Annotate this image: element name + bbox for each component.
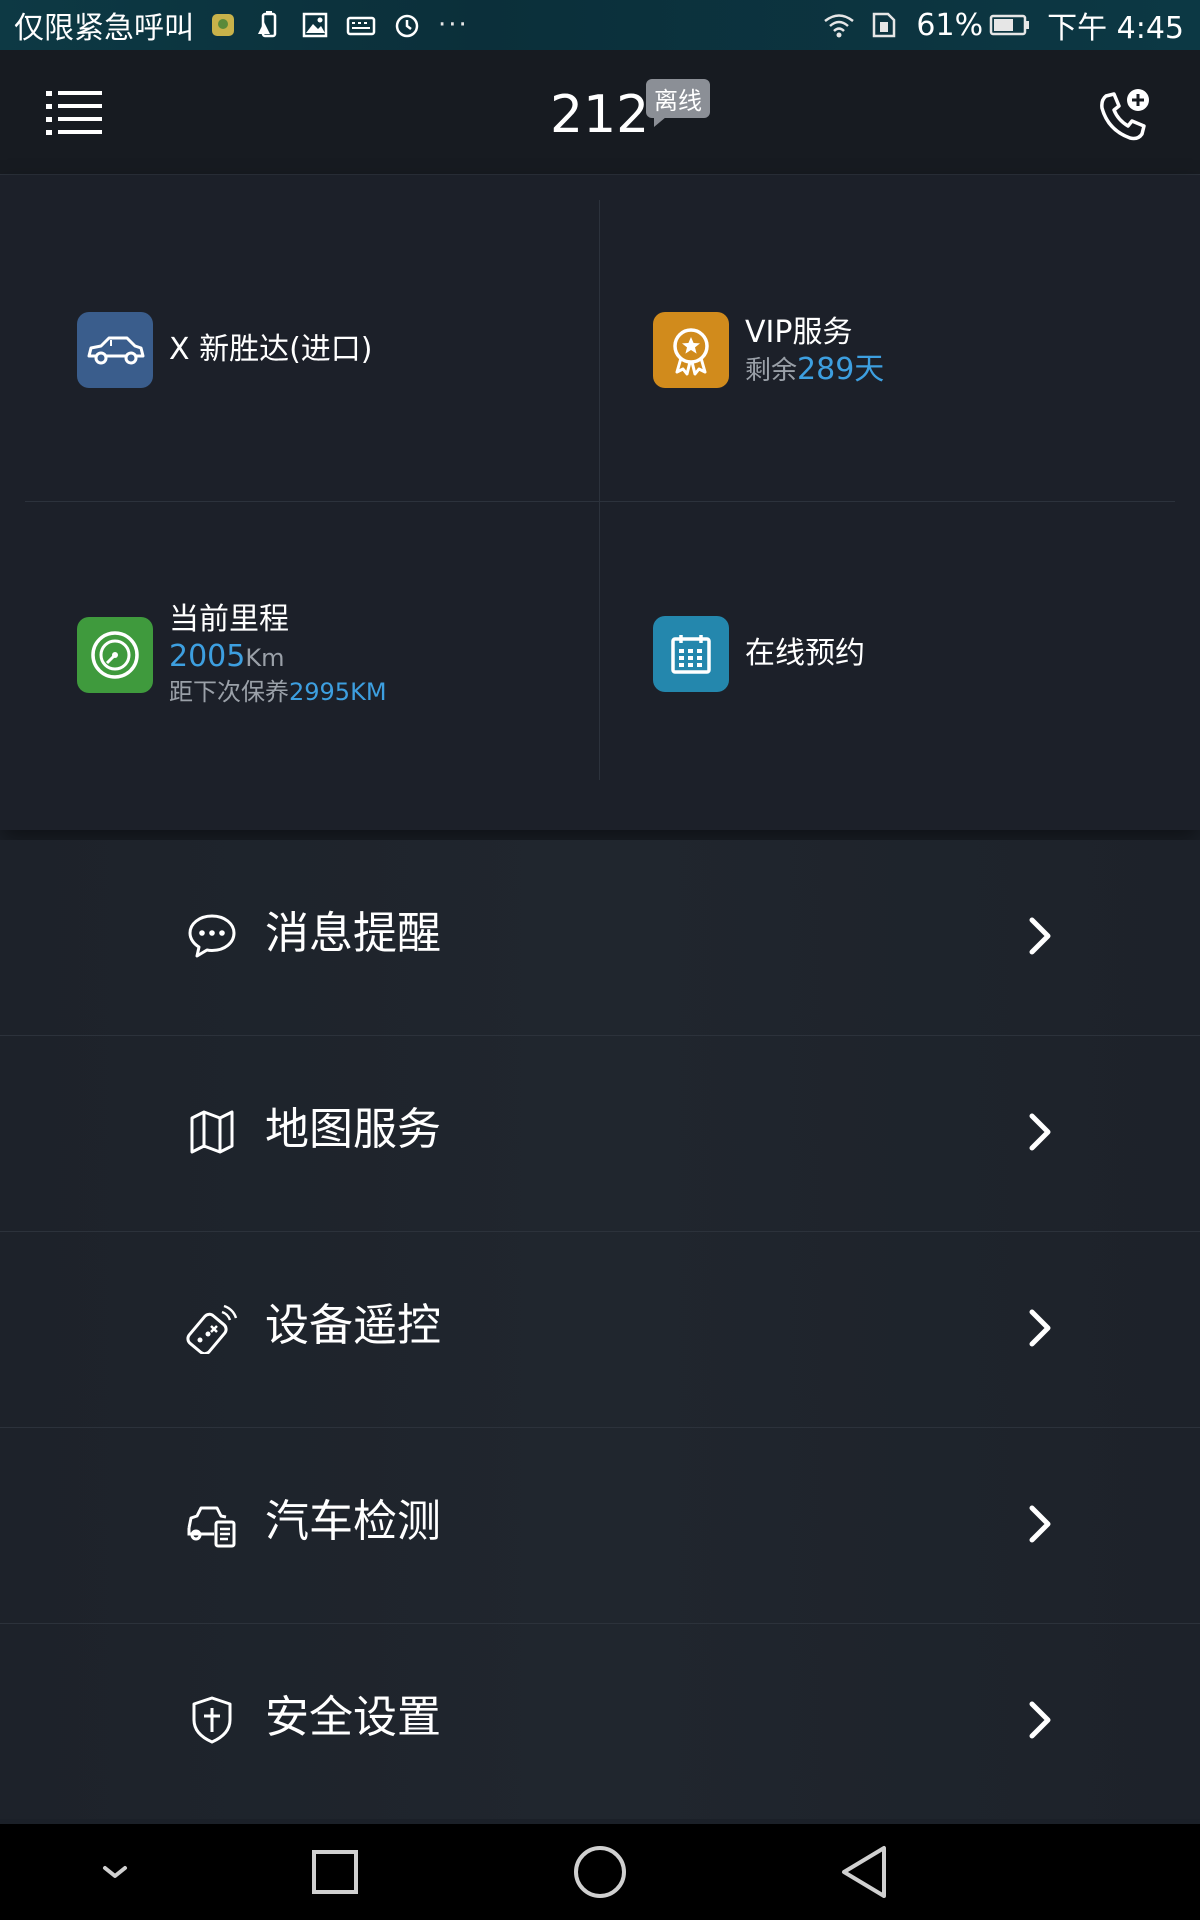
- mileage-text: 当前里程 2005Km 距下次保养2995KM: [169, 600, 387, 709]
- page-title: 212: [550, 85, 650, 145]
- mileage-label: 当前里程: [169, 602, 289, 637]
- feature-menu: 消息提醒 地图服务 设备遥控 汽车检测 安全设置: [0, 840, 1200, 1819]
- phone-add-icon[interactable]: [1094, 86, 1154, 146]
- menu-item-label: 汽车检测: [265, 1496, 441, 1547]
- clock: 下午 4:45: [1047, 11, 1184, 46]
- calendar-icon: [653, 616, 729, 692]
- menu-item-label: 安全设置: [265, 1692, 441, 1743]
- status-badge: 离线: [646, 79, 710, 127]
- vip-remaining-prefix: 剩余: [745, 355, 798, 386]
- vip-remaining-value: 289天: [797, 351, 885, 387]
- menu-item-messages[interactable]: 消息提醒: [0, 840, 1200, 1036]
- mileage-value-line: 2005Km: [169, 640, 387, 675]
- vip-remaining: 剩余289天: [745, 351, 885, 388]
- next-maintenance-prefix: 距下次保养: [169, 678, 289, 706]
- app-icon: [206, 10, 240, 40]
- car-icon: [77, 312, 153, 388]
- chevron-right-icon: [1022, 1696, 1058, 1744]
- speedometer-icon: [77, 616, 153, 693]
- vip-text: VIP服务 剩余289天: [745, 313, 884, 388]
- remote-key-icon: [186, 1302, 238, 1356]
- battery-warning-icon: [252, 10, 286, 40]
- online-booking-cell[interactable]: 在线预约: [653, 616, 865, 692]
- vip-medal-icon: [653, 312, 729, 388]
- next-maintenance-value: 2995KM: [289, 678, 387, 706]
- chevron-right-icon: [1022, 1108, 1058, 1156]
- chevron-right-icon: [1022, 1500, 1058, 1548]
- carrier-text: 仅限紧急呼叫: [14, 11, 194, 46]
- battery-percent: 61%: [916, 7, 984, 43]
- more-notifications: ···: [438, 10, 469, 40]
- mileage-unit: Km: [245, 644, 285, 672]
- map-icon: [186, 1106, 238, 1158]
- home-icon[interactable]: [570, 1842, 630, 1902]
- menu-item-car-diagnostics[interactable]: 汽车检测: [0, 1428, 1200, 1624]
- title-area: 212 离线: [550, 79, 710, 150]
- message-bubble-icon: [186, 910, 238, 962]
- image-icon: [298, 10, 332, 40]
- keyboard-icon: [344, 10, 378, 40]
- menu-item-map[interactable]: 地图服务: [0, 1036, 1200, 1232]
- vip-service-cell[interactable]: VIP服务 剩余289天: [653, 312, 884, 388]
- booking-label: 在线预约: [745, 636, 865, 671]
- menu-item-label: 地图服务: [265, 1104, 441, 1155]
- mileage-cell[interactable]: 当前里程 2005Km 距下次保养2995KM: [77, 600, 387, 709]
- alarm-icon: [390, 10, 424, 40]
- status-bar-right: 61% 下午 4:45: [822, 3, 1184, 47]
- chevron-right-icon: [1022, 1304, 1058, 1352]
- next-maintenance: 距下次保养2995KM: [169, 675, 387, 709]
- battery-icon: [989, 10, 1031, 40]
- system-nav-bar: [0, 1824, 1200, 1920]
- grid-divider-vertical: [599, 200, 600, 780]
- app-header: 212 离线: [0, 50, 1200, 175]
- car-model-text: X 新胜达(进口): [169, 330, 373, 370]
- quick-info-grid: X 新胜达(进口) VIP服务 剩余289天 当前里程 2005Km 距下次保养…: [0, 175, 1200, 830]
- hide-nav-icon[interactable]: [85, 1842, 145, 1902]
- back-icon[interactable]: [836, 1842, 896, 1902]
- grid-divider-horizontal: [25, 501, 1175, 502]
- menu-item-label: 消息提醒: [265, 908, 441, 959]
- menu-item-label: 设备遥控: [265, 1300, 441, 1351]
- chevron-right-icon: [1022, 912, 1058, 960]
- menu-icon[interactable]: [46, 89, 104, 135]
- sim-icon: [866, 10, 900, 40]
- car-model-label: X 新胜达(进口): [169, 332, 373, 367]
- status-bar: 仅限紧急呼叫 ··· 61% 下午 4:45: [0, 0, 1200, 50]
- booking-text: 在线预约: [745, 634, 865, 674]
- recent-apps-icon[interactable]: [305, 1842, 365, 1902]
- wifi-icon: [822, 10, 856, 40]
- mileage-value: 2005: [169, 639, 246, 674]
- car-model-cell[interactable]: X 新胜达(进口): [77, 312, 373, 388]
- menu-item-security[interactable]: 安全设置: [0, 1624, 1200, 1819]
- vip-label: VIP服务: [745, 314, 853, 350]
- shield-icon: [186, 1694, 238, 1746]
- menu-item-remote-control[interactable]: 设备遥控: [0, 1232, 1200, 1428]
- car-diagnostics-icon: [186, 1498, 238, 1550]
- status-bar-left: 仅限紧急呼叫 ···: [14, 3, 469, 47]
